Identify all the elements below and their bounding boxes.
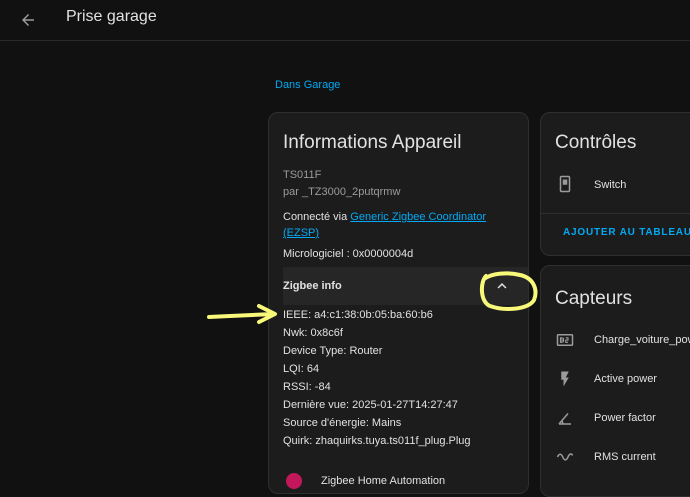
sensor-active-power[interactable]: Active power [594, 373, 657, 385]
add-to-dashboard-button[interactable]: AJOUTER AU TABLEAU DE BORD [563, 227, 690, 238]
sensor-charge-voiture-power[interactable]: Charge_voiture_power [594, 334, 690, 346]
device-model: TS011F [283, 169, 322, 181]
zigbee-ieee: IEEE: a4:c1:38:0b:05:ba:60:b6 [283, 309, 433, 321]
arrow-left-icon [22, 14, 34, 26]
power-socket-icon [559, 175, 571, 193]
integration-icon [286, 473, 302, 489]
sensors-title: Capteurs [555, 288, 633, 309]
sensor-power-factor[interactable]: Power factor [594, 412, 656, 424]
zigbee-device-type: Device Type: Router [283, 345, 383, 357]
connected-via-label: Connecté via [283, 211, 348, 223]
connected-via: Connecté via Generic Zigbee Coordinator … [283, 209, 513, 241]
controls-card: Contrôles Switch AJOUTER AU TABLEAU DE B… [540, 112, 690, 256]
zigbee-last-seen: Dernière vue: 2025-01-27T14:27:47 [283, 399, 458, 411]
zigbee-power-source: Source d'énergie: Mains [283, 417, 402, 429]
annotation-circle [479, 271, 538, 311]
area-link[interactable]: Dans Garage [275, 79, 340, 91]
back-button[interactable] [16, 8, 40, 32]
zigbee-rssi: RSSI: -84 [283, 381, 331, 393]
sensors-card: Capteurs Charge_voiture_power Active pow… [540, 265, 690, 497]
sensor-rms-current[interactable]: RMS current [594, 451, 656, 463]
device-manufacturer: par _TZ3000_2putqrmw [283, 186, 401, 198]
controls-title: Contrôles [555, 132, 637, 153]
zigbee-lqi: LQI: 64 [283, 363, 320, 375]
device-info-title: Informations Appareil [283, 132, 462, 153]
switch-entity[interactable]: Switch [594, 179, 626, 191]
zigbee-nwk: Nwk: 0x8c6f [283, 327, 343, 339]
current-ac-icon [556, 453, 574, 461]
flash-icon [561, 371, 569, 387]
top-app-bar: Prise garage [0, 0, 690, 41]
counter-icon [556, 334, 574, 346]
integration-label: Zigbee Home Automation [321, 475, 446, 487]
zigbee-info-title: Zigbee info [283, 280, 342, 292]
annotation-arrow [207, 304, 277, 324]
angle-icon [558, 413, 571, 425]
firmware-version: Micrologiciel : 0x0000004d [283, 248, 414, 260]
controls-divider [541, 213, 690, 214]
page-title: Prise garage [66, 8, 157, 25]
zigbee-quirk: Quirk: zhaquirks.tuya.ts011f_plug.Plug [283, 435, 471, 447]
